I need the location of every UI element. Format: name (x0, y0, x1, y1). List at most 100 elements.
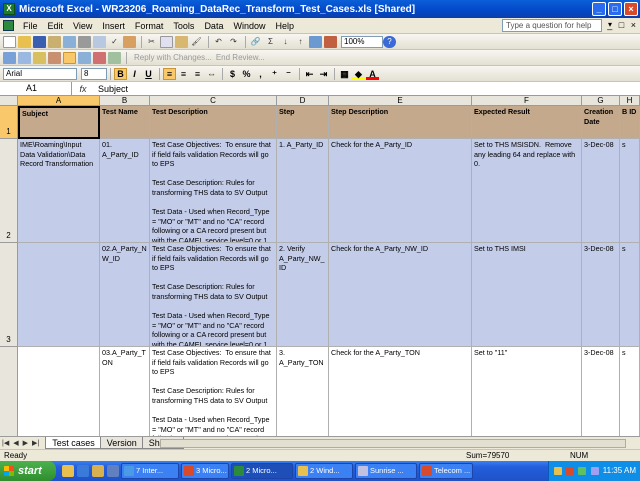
column-header-b[interactable]: B (100, 96, 150, 106)
cell-f1-expected-result[interactable]: Expected Result (472, 106, 582, 139)
format-painter-icon[interactable]: 🖌 (190, 36, 203, 48)
column-header-c[interactable]: C (150, 96, 277, 106)
quicklaunch-desktop-icon[interactable] (92, 465, 104, 477)
reply-with-changes-button[interactable]: Reply with Changes... (134, 53, 212, 62)
review-icon-8[interactable] (108, 51, 121, 64)
cell-c1-test-description[interactable]: Test Description (150, 106, 277, 139)
end-review-button[interactable]: End Review... (216, 53, 265, 62)
taskbar-task-telecom[interactable]: Telecom ... (419, 463, 473, 479)
review-icon-6[interactable] (78, 51, 91, 64)
cell-d4[interactable]: 3. A_Party_TON (277, 347, 329, 436)
increase-decimal-icon[interactable]: ⁺ (268, 68, 281, 80)
undo-icon[interactable]: ↶ (212, 36, 225, 48)
name-box[interactable]: A1 (0, 82, 72, 95)
taskbar-task-microsoft-2[interactable]: 2 Micro... (231, 463, 293, 479)
cell-b3[interactable]: 02.A_Party_NW_ID (100, 243, 150, 347)
copy-icon[interactable] (160, 35, 173, 48)
cell-g4[interactable]: 3-Dec-08 (582, 347, 620, 436)
font-size-select[interactable]: 8 (81, 67, 107, 80)
start-button[interactable]: start (0, 461, 56, 481)
taskbar-task-sunrise[interactable]: Sunrise ... (355, 463, 417, 479)
column-header-d[interactable]: D (277, 96, 329, 106)
document-icon[interactable] (3, 20, 14, 31)
column-header-a[interactable]: A (18, 96, 100, 106)
font-color-icon[interactable]: A (366, 68, 379, 80)
review-icon-5[interactable] (63, 51, 76, 64)
redo-icon[interactable]: ↷ (227, 36, 240, 48)
zoom-select[interactable]: 100% (341, 35, 383, 48)
hyperlink-icon[interactable]: 🔗 (249, 36, 262, 48)
cell-a1-subject[interactable]: Subject (18, 106, 100, 139)
decrease-indent-icon[interactable]: ⇤ (303, 68, 316, 80)
document-window-controls[interactable]: _ □ × (607, 20, 638, 30)
menu-format[interactable]: Format (130, 21, 169, 31)
menu-help[interactable]: Help (270, 21, 299, 31)
row-header-2[interactable]: 2 (0, 139, 18, 243)
column-header-e[interactable]: E (329, 96, 472, 106)
bold-button[interactable]: B (114, 67, 127, 80)
maximize-button[interactable]: □ (608, 2, 622, 16)
merge-center-icon[interactable]: ⇔ (205, 68, 218, 80)
cell-c3[interactable]: Test Case Objectives: To ensure that if … (150, 243, 277, 347)
first-sheet-icon[interactable]: |◀ (2, 439, 9, 447)
next-sheet-icon[interactable]: ▶ (23, 439, 28, 447)
minimize-button[interactable]: _ (592, 2, 606, 16)
cell-f2[interactable]: Set to THS MSISDN. Remove any leading 64… (472, 139, 582, 243)
excel-app-icon[interactable]: X (3, 3, 15, 15)
worksheet-grid[interactable]: A B C D E F G H 1 Subject Test Name Test… (0, 96, 640, 436)
cell-a3[interactable] (18, 243, 100, 347)
permission-icon[interactable] (48, 35, 61, 48)
quicklaunch-outlook-icon[interactable] (62, 465, 74, 477)
menu-window[interactable]: Window (228, 21, 270, 31)
cell-b4[interactable]: 03.A_Party_TON (100, 347, 150, 436)
menu-tools[interactable]: Tools (168, 21, 199, 31)
review-icon-7[interactable] (93, 51, 106, 64)
borders-icon[interactable]: ▦ (338, 68, 351, 80)
row-header-4[interactable] (0, 347, 18, 436)
formula-input[interactable]: Subject (94, 84, 128, 94)
quicklaunch-ie-icon[interactable] (77, 465, 89, 477)
cell-d1-step[interactable]: Step (277, 106, 329, 139)
cell-b1-test-name[interactable]: Test Name (100, 106, 150, 139)
sort-descending-icon[interactable]: ↑ (294, 36, 307, 48)
autosum-icon[interactable]: Σ (264, 36, 277, 48)
fx-icon[interactable]: fx (72, 84, 94, 94)
email-icon[interactable] (63, 35, 76, 48)
row-header-3[interactable]: 3 (0, 243, 18, 347)
cell-a4[interactable] (18, 347, 100, 436)
comma-style-icon[interactable]: , (254, 68, 267, 80)
menu-view[interactable]: View (68, 21, 97, 31)
font-name-select[interactable]: Arial (3, 67, 77, 80)
column-header-g[interactable]: G (582, 96, 620, 106)
review-icon-4[interactable] (48, 51, 61, 64)
review-icon-3[interactable] (33, 51, 46, 64)
align-center-icon[interactable]: ≡ (177, 68, 190, 80)
cell-c4[interactable]: Test Case Objectives: To ensure that if … (150, 347, 277, 436)
underline-button[interactable]: U (142, 68, 155, 80)
drawing-icon[interactable] (324, 35, 337, 48)
menu-insert[interactable]: Insert (97, 21, 130, 31)
cell-d3[interactable]: 2. Verify A_Party_NW_ID (277, 243, 329, 347)
cell-h2[interactable]: s (620, 139, 640, 243)
cell-c2[interactable]: Test Case Objectives: To ensure that if … (150, 139, 277, 243)
decrease-decimal-icon[interactable]: ⁻ (282, 68, 295, 80)
help-icon[interactable]: ? (383, 35, 396, 48)
save-icon[interactable] (33, 35, 46, 48)
fill-color-icon[interactable]: ◆ (352, 68, 365, 80)
cell-g3[interactable]: 3-Dec-08 (582, 243, 620, 347)
cell-h1-b-id[interactable]: B ID (620, 106, 640, 139)
print-icon[interactable] (78, 35, 91, 48)
close-button[interactable]: × (624, 2, 638, 16)
percent-button[interactable]: % (240, 68, 253, 80)
italic-button[interactable]: I (128, 68, 141, 80)
paste-icon[interactable] (175, 35, 188, 48)
select-all-corner[interactable] (0, 96, 18, 106)
cell-f3[interactable]: Set to THS IMSI (472, 243, 582, 347)
align-right-icon[interactable]: ≡ (191, 68, 204, 80)
cell-f4[interactable]: Set to "11" (472, 347, 582, 436)
cell-e4[interactable]: Check for the A_Party_TON (329, 347, 472, 436)
prev-sheet-icon[interactable]: ◀ (13, 439, 18, 447)
clock[interactable]: 11:35 AM (603, 466, 636, 475)
cell-g1-creation-date[interactable]: Creation Date (582, 106, 620, 139)
currency-button[interactable]: $ (226, 68, 239, 80)
